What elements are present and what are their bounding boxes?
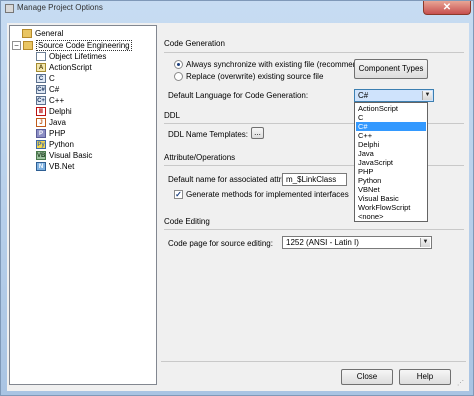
language-option[interactable]: <none> [356, 212, 426, 221]
tree-item-label: Source Code Engineering [36, 40, 132, 51]
title-bar[interactable]: Manage Project Options ✕ [1, 1, 474, 17]
options-tree[interactable]: General − Source Code Engineering Object… [9, 25, 157, 385]
radio-unselected-icon[interactable] [174, 72, 183, 81]
tree-item-label: Object Lifetimes [49, 52, 107, 61]
default-name-input[interactable]: m_$LinkClass [282, 173, 347, 186]
ddl-templates-browse-button[interactable]: ... [251, 127, 264, 139]
language-option[interactable]: Python [356, 176, 426, 185]
tree-item-java[interactable]: J Java [36, 117, 66, 128]
cplusplus-icon: C+ [36, 96, 46, 105]
java-icon: J [36, 118, 46, 127]
chevron-down-icon[interactable]: ▼ [422, 91, 432, 100]
default-language-label: Default Language for Code Generation: [168, 91, 309, 100]
close-button[interactable]: Close [341, 369, 393, 385]
tree-item-source-code-engineering[interactable]: − Source Code Engineering [12, 40, 132, 51]
tree-item-cplusplus[interactable]: C+ C++ [36, 95, 64, 106]
dialog-client-area: General − Source Code Engineering Object… [7, 23, 469, 391]
radio-label: Replace (overwrite) existing source file [186, 72, 324, 81]
tree-item-actionscript[interactable]: A ActionScript [36, 62, 92, 73]
document-icon [36, 52, 46, 61]
tree-item-csharp[interactable]: C# C# [36, 84, 59, 95]
language-option[interactable]: VBNet [356, 185, 426, 194]
tree-item-python[interactable]: Py Python [36, 139, 74, 150]
php-icon: P [36, 129, 46, 138]
csharp-icon: C# [36, 85, 46, 94]
tree-item-label: Python [49, 140, 74, 149]
language-option[interactable]: C++ [356, 131, 426, 140]
chevron-down-icon[interactable]: ▼ [420, 238, 430, 247]
checkbox-checked-icon[interactable]: ✓ [174, 190, 183, 199]
visual-basic-icon: VB [36, 151, 46, 160]
tree-item-label: VB.Net [49, 162, 75, 171]
c-language-icon: C [36, 74, 46, 83]
language-option[interactable]: ActionScript [356, 104, 426, 113]
radio-label: Always synchronize with existing file (r… [186, 60, 374, 69]
language-option[interactable]: WorkFlowScript [356, 203, 426, 212]
section-divider [164, 52, 464, 53]
tree-item-label: Java [49, 118, 66, 127]
radio-always-synchronize[interactable]: Always synchronize with existing file (r… [174, 59, 373, 70]
delphi-icon: Ⅲ [36, 107, 46, 116]
language-option[interactable]: Delphi [356, 140, 426, 149]
tree-item-label: PHP [49, 129, 66, 138]
folder-icon [22, 29, 32, 38]
window-title: Manage Project Options [17, 3, 103, 12]
footer-divider [161, 361, 466, 362]
window-app-icon [5, 4, 14, 13]
generate-methods-checkbox-row[interactable]: ✓ Generate methods for implemented inter… [174, 189, 349, 200]
tree-item-general[interactable]: General [22, 28, 63, 39]
section-divider [164, 229, 464, 230]
tree-item-label: Visual Basic [49, 151, 93, 160]
tree-item-c[interactable]: C C [36, 73, 55, 84]
language-option[interactable]: Java [356, 149, 426, 158]
language-option[interactable]: Visual Basic [356, 194, 426, 203]
tree-item-label: C++ [49, 96, 65, 105]
code-page-value: 1252 (ANSI - Latin I) [286, 238, 359, 247]
radio-replace-overwrite[interactable]: Replace (overwrite) existing source file [174, 71, 323, 82]
language-dropdown-list[interactable]: ActionScript C C# C++ Delphi Java JavaSc… [354, 102, 428, 222]
tree-item-php[interactable]: P PHP [36, 128, 65, 139]
default-name-label: Default name for associated attrib: [168, 175, 290, 184]
tree-item-label: ActionScript [49, 63, 92, 72]
language-option[interactable]: JavaScript [356, 158, 426, 167]
section-heading-code-generation: Code Generation [164, 39, 225, 48]
tree-item-label: Delphi [49, 107, 72, 116]
component-types-button[interactable]: Component Types [354, 59, 428, 79]
radio-selected-icon[interactable] [174, 60, 183, 69]
resize-grip-icon[interactable]: ⋰ [457, 379, 466, 388]
ddl-name-templates-label: DDL Name Templates: [168, 130, 249, 139]
language-option[interactable]: C [356, 113, 426, 122]
python-icon: Py [36, 140, 46, 149]
manage-project-options-window: Manage Project Options ✕ General − Sourc… [0, 0, 474, 396]
actionscript-icon: A [36, 63, 46, 72]
language-option-selected[interactable]: C# [356, 122, 426, 131]
code-page-label: Code page for source editing: [168, 239, 273, 248]
default-language-value: C# [358, 91, 369, 100]
tree-item-vbnet[interactable]: N VB.Net [36, 161, 74, 172]
checkbox-label: Generate methods for implemented interfa… [186, 190, 349, 199]
tree-item-visual-basic[interactable]: VB Visual Basic [36, 150, 92, 161]
folder-icon [23, 41, 33, 50]
default-language-select[interactable]: C# ▼ [354, 89, 434, 102]
tree-item-label: C# [49, 85, 60, 94]
tree-item-label: General [35, 29, 64, 38]
help-button[interactable]: Help [399, 369, 451, 385]
window-close-button[interactable]: ✕ [423, 1, 471, 15]
vbnet-icon: N [36, 162, 46, 171]
code-page-select[interactable]: 1252 (ANSI - Latin I) ▼ [282, 236, 432, 249]
tree-item-label: C [49, 74, 55, 83]
language-option[interactable]: PHP [356, 167, 426, 176]
collapse-icon[interactable]: − [12, 41, 21, 50]
tree-item-object-lifetimes[interactable]: Object Lifetimes [36, 51, 106, 62]
tree-item-delphi[interactable]: Ⅲ Delphi [36, 106, 72, 117]
